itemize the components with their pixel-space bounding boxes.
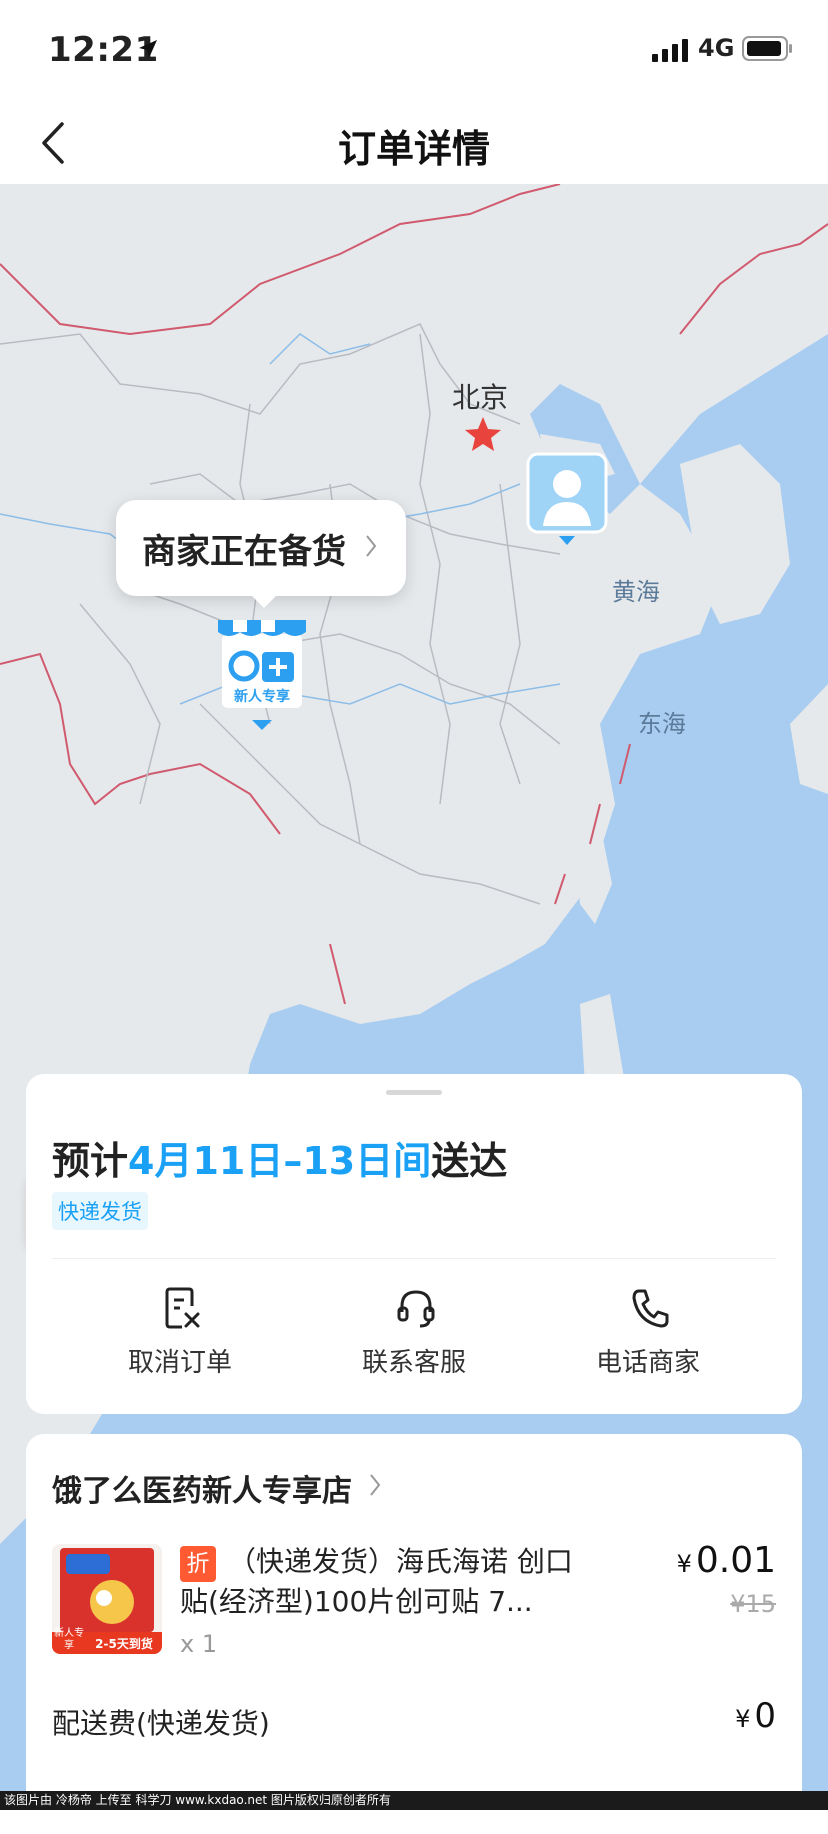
map-label-yellow-sea: 黄海 (612, 578, 660, 606)
callout-text: 商家正在备货 (142, 532, 346, 572)
cancel-order-button[interactable]: 取消订单 (80, 1286, 280, 1386)
delivery-eta: 预计4月11日–13日间送达 (52, 1130, 507, 1185)
original-price: ¥15 (730, 1590, 776, 1618)
network-type: 4G (698, 34, 735, 62)
page-title: 订单详情 (337, 127, 490, 171)
currency-symbol: ¥ (676, 1550, 692, 1578)
product-price: ¥0.01 (677, 1540, 776, 1581)
divider (52, 1258, 776, 1259)
headset-icon (397, 1290, 435, 1328)
phone-icon (632, 1289, 669, 1328)
drag-handle[interactable] (386, 1090, 442, 1095)
shipping-fee-label: 配送费(快递发货) (52, 1707, 270, 1740)
shop-name[interactable]: 饿了么医药新人专享店 (52, 1466, 352, 1510)
product-title-text: （快递发货）海氏海诺 创口贴(经济型)100片创可贴 7... (180, 1545, 573, 1618)
store-marker-icon (218, 620, 306, 730)
callout-tail (250, 594, 278, 608)
chevron-right-icon[interactable] (368, 1472, 382, 1498)
product-image-badge-left: 新人专享 (54, 1628, 84, 1651)
cellular-signal-icon (652, 39, 688, 62)
shipping-fee-value: ¥0 (735, 1696, 776, 1736)
call-merchant-label: 电话商家 (595, 1348, 700, 1378)
navigation-bar: 订单详情 (0, 100, 828, 184)
product-title[interactable]: （快递发货）海氏海诺 创口贴(经济型)100片创可贴 7... (180, 1542, 600, 1622)
map-label-beijing: 北京 (452, 381, 509, 414)
location-arrow-icon (139, 40, 157, 58)
delivery-info-card: 预计4月11日–13日间送达 快递发货 取消订单 联系客服 电话商家 (26, 1074, 802, 1414)
call-merchant-button[interactable]: 电话商家 (548, 1286, 748, 1386)
order-status-callout[interactable]: 商家正在备货 (116, 500, 406, 596)
currency-symbol: ¥ (735, 1705, 751, 1733)
order-items-card: 饿了么医药新人专享店 新人专享 2-5天到货 折 （快递发货）海氏海诺 创口贴(… (26, 1434, 802, 1834)
eta-range: 4月11日–13日间 (128, 1139, 432, 1183)
eta-suffix: 送达 (431, 1139, 508, 1183)
eta-prefix: 预计 (52, 1139, 129, 1183)
contact-service-button[interactable]: 联系客服 (314, 1286, 514, 1386)
price-value: 0.01 (695, 1540, 776, 1581)
chevron-right-icon (366, 535, 377, 557)
product-image-badge-right: 2-5天到货 (95, 1637, 153, 1651)
user-avatar-icon (526, 452, 608, 545)
status-bar: 12:21 4G (0, 0, 828, 100)
store-marker-label: 新人专享 (234, 689, 290, 705)
product-image[interactable]: 新人专享 2-5天到货 (52, 1544, 162, 1654)
shipping-method-tag: 快递发货 (52, 1192, 148, 1230)
contact-service-label: 联系客服 (361, 1348, 466, 1378)
battery-icon (742, 36, 792, 61)
store-marker[interactable]: 新人专享 (216, 620, 308, 732)
cancel-order-label: 取消订单 (127, 1348, 232, 1378)
watermark-bar: 该图片由 冷杨帝 上传至 科学刀 www.kxdao.net 图片版权归原创者所… (0, 1791, 828, 1810)
user-location-marker[interactable] (526, 452, 608, 548)
map-label-east-sea: 东海 (638, 710, 686, 738)
product-quantity: x 1 (180, 1630, 218, 1658)
fee-amount: 0 (754, 1696, 776, 1736)
cancel-order-icon (165, 1287, 200, 1329)
